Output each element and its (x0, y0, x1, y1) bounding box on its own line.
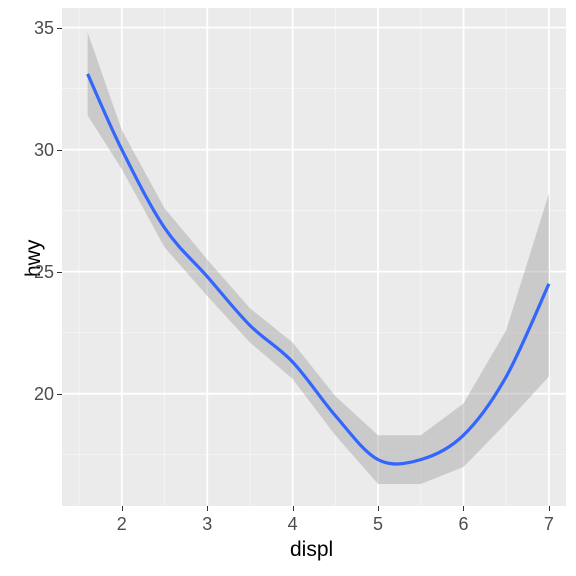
x-tick-mark (207, 506, 208, 511)
y-tick-label: 20 (28, 385, 54, 403)
x-tick-label: 2 (117, 515, 127, 533)
y-tick-mark (57, 272, 62, 273)
x-tick-mark (549, 506, 550, 511)
x-tick-label: 3 (202, 515, 212, 533)
chart-figure: displ hwy 234567 20253035 (0, 0, 576, 576)
x-tick-label: 5 (373, 515, 383, 533)
x-axis-title: displ (290, 538, 333, 562)
x-tick-label: 7 (544, 515, 554, 533)
x-tick-mark (378, 506, 379, 511)
y-tick-mark (57, 394, 62, 395)
y-tick-label: 30 (28, 141, 54, 159)
x-tick-label: 6 (458, 515, 468, 533)
plot-svg (62, 8, 566, 506)
x-tick-label: 4 (288, 515, 298, 533)
y-tick-mark (57, 150, 62, 151)
y-tick-label: 25 (28, 263, 54, 281)
x-tick-mark (122, 506, 123, 511)
x-tick-mark (293, 506, 294, 511)
plot-panel (62, 8, 566, 506)
y-tick-label: 35 (28, 19, 54, 37)
x-tick-mark (463, 506, 464, 511)
y-tick-mark (57, 28, 62, 29)
